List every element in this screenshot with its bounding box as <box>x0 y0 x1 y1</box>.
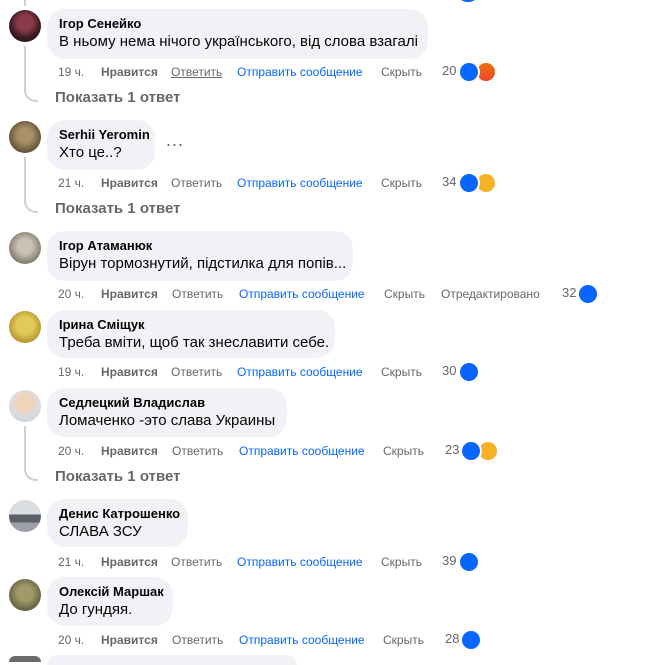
hide-button[interactable]: Скрыть <box>381 364 422 380</box>
like-button[interactable]: Нравится <box>101 554 158 570</box>
comment-bubble: Денис Катрошенко СЛАВА ЗСУ <box>47 499 188 547</box>
thread-connector <box>24 469 38 481</box>
avatar[interactable] <box>9 500 41 532</box>
reply-button[interactable]: Ответить <box>171 64 222 80</box>
comment-bubble: Ірина Сміщук Треба вміти, щоб так знесла… <box>47 310 335 358</box>
avatar[interactable] <box>9 232 41 264</box>
like-button[interactable]: Нравится <box>101 64 158 80</box>
like-icon[interactable] <box>458 172 480 194</box>
comment-author[interactable]: Ірина Сміщук <box>59 317 323 333</box>
thread-connector <box>24 90 38 102</box>
like-icon[interactable] <box>458 61 480 83</box>
comment-bubble: Олексій Маршак До гундяя. <box>47 577 173 626</box>
hide-button[interactable]: Скрыть <box>381 64 422 80</box>
reply-button[interactable]: Ответить <box>171 554 222 570</box>
comment-time[interactable]: 20 ч. <box>58 286 84 302</box>
comment-bubble: Serhii Yeromin Хто це..? <box>47 120 155 170</box>
thread-line <box>24 46 26 92</box>
hide-button[interactable]: Скрыть <box>381 554 422 570</box>
next-avatar-cutoff <box>9 656 41 662</box>
next-comment-bubble-cutoff <box>47 655 297 665</box>
avatar[interactable] <box>9 579 41 611</box>
hide-button[interactable]: Скрыть <box>384 286 425 302</box>
thread-line <box>24 426 26 471</box>
comment-text: СЛАВА ЗСУ <box>59 523 142 540</box>
reaction-count[interactable]: 32 <box>562 285 576 301</box>
thread-line <box>24 157 26 203</box>
send-message-button[interactable]: Отправить сообщение <box>237 175 363 191</box>
comment-author[interactable]: Ігор Сенейко <box>59 16 416 32</box>
more-options-button[interactable]: ... <box>166 130 184 151</box>
comment-text: Ломаченко -это слава Украины <box>59 412 276 429</box>
comment-text: В ньому нема нічого українського, від сл… <box>59 33 418 50</box>
like-button[interactable]: Нравится <box>101 175 158 191</box>
hide-button[interactable]: Скрыть <box>383 632 424 648</box>
comment-author[interactable]: Денис Катрошенко <box>59 506 180 522</box>
comment-time[interactable]: 21 ч. <box>58 554 84 570</box>
reaction-count[interactable]: 30 <box>442 363 456 379</box>
send-message-button[interactable]: Отправить сообщение <box>239 443 365 459</box>
send-message-button[interactable]: Отправить сообщение <box>237 64 363 80</box>
reaction-count[interactable]: 39 <box>442 553 456 569</box>
reply-button[interactable]: Ответить <box>172 443 223 459</box>
like-icon[interactable] <box>577 283 599 305</box>
reaction-count[interactable]: 23 <box>445 442 459 458</box>
like-button[interactable]: Нравится <box>101 443 158 459</box>
comment-author[interactable]: Седлецкий Владислав <box>59 395 275 411</box>
send-message-button[interactable]: Отправить сообщение <box>237 364 363 380</box>
like-icon[interactable] <box>460 629 482 651</box>
edited-label[interactable]: Отредактировано <box>441 286 540 302</box>
avatar[interactable] <box>9 121 41 153</box>
reply-button[interactable]: Ответить <box>171 175 222 191</box>
comment-text: До гундяя. <box>59 601 133 618</box>
comment-author[interactable]: Олексій Маршак <box>59 584 164 600</box>
comment-time[interactable]: 19 ч. <box>58 64 84 80</box>
comment-text: Хто це..? <box>59 144 122 161</box>
like-button[interactable]: Нравится <box>101 286 158 302</box>
comment-text: Треба вміти, щоб так знеславити себе. <box>59 334 330 351</box>
reaction-count[interactable]: 34 <box>442 174 456 190</box>
reply-button[interactable]: Ответить <box>172 632 223 648</box>
comment-author[interactable]: Serhii Yeromin <box>59 127 150 143</box>
avatar[interactable] <box>9 311 41 343</box>
comment-time[interactable]: 19 ч. <box>58 364 84 380</box>
comment-time[interactable]: 20 ч. <box>58 443 84 459</box>
comment-time[interactable]: 21 ч. <box>58 175 84 191</box>
hide-button[interactable]: Скрыть <box>383 443 424 459</box>
comment-bubble: Ігор Сенейко В ньому нема нічого українс… <box>47 9 428 59</box>
comment-bubble: Ігор Атаманюк Вірун тормознутий, підстил… <box>47 231 353 281</box>
top-cutoff-badge <box>459 0 477 2</box>
avatar[interactable] <box>9 390 41 422</box>
like-icon[interactable] <box>458 551 480 573</box>
like-button[interactable]: Нравится <box>101 364 158 380</box>
avatar[interactable] <box>9 10 41 42</box>
comment-text: Вірун тормознутий, підстилка для попів..… <box>59 255 347 272</box>
comment-author[interactable]: Ігор Атаманюк <box>59 238 341 254</box>
thread-connector <box>24 201 38 213</box>
comment-time[interactable]: 20 ч. <box>58 632 84 648</box>
show-replies-button[interactable]: Показать 1 ответ <box>55 468 180 485</box>
reaction-count[interactable]: 28 <box>445 631 459 647</box>
reply-button[interactable]: Ответить <box>171 364 222 380</box>
like-icon[interactable] <box>460 440 482 462</box>
show-replies-button[interactable]: Показать 1 ответ <box>55 89 180 106</box>
like-button[interactable]: Нравится <box>101 632 158 648</box>
send-message-button[interactable]: Отправить сообщение <box>237 554 363 570</box>
comment-bubble: Седлецкий Владислав Ломаченко -это слава… <box>47 388 287 437</box>
thread-line <box>24 0 26 6</box>
like-icon[interactable] <box>458 361 480 383</box>
hide-button[interactable]: Скрыть <box>381 175 422 191</box>
reply-button[interactable]: Ответить <box>172 286 223 302</box>
reaction-count[interactable]: 20 <box>442 63 456 79</box>
show-replies-button[interactable]: Показать 1 ответ <box>55 200 180 217</box>
send-message-button[interactable]: Отправить сообщение <box>239 632 365 648</box>
send-message-button[interactable]: Отправить сообщение <box>239 286 365 302</box>
